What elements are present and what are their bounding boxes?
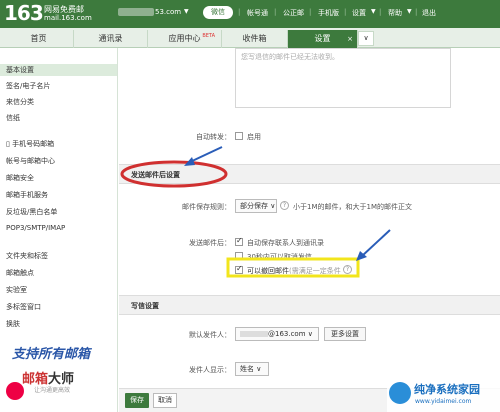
save-button[interactable]: 保存 [125, 393, 149, 408]
red-circle-annotation [120, 160, 228, 188]
blue-arrow-annotation [361, 229, 391, 257]
cancel-button[interactable]: 取消 [153, 393, 177, 408]
watermark-url: www.yidaimei.com [415, 398, 472, 405]
watermark-logo [389, 382, 411, 404]
yellow-highlight-box [226, 257, 360, 278]
watermark: 纯净系统家园 www.yidaimei.com [387, 378, 500, 412]
annotation-overlay [120, 146, 391, 278]
blue-arrow-annotation [189, 146, 223, 163]
watermark-title: 纯净系统家园 [414, 383, 480, 396]
